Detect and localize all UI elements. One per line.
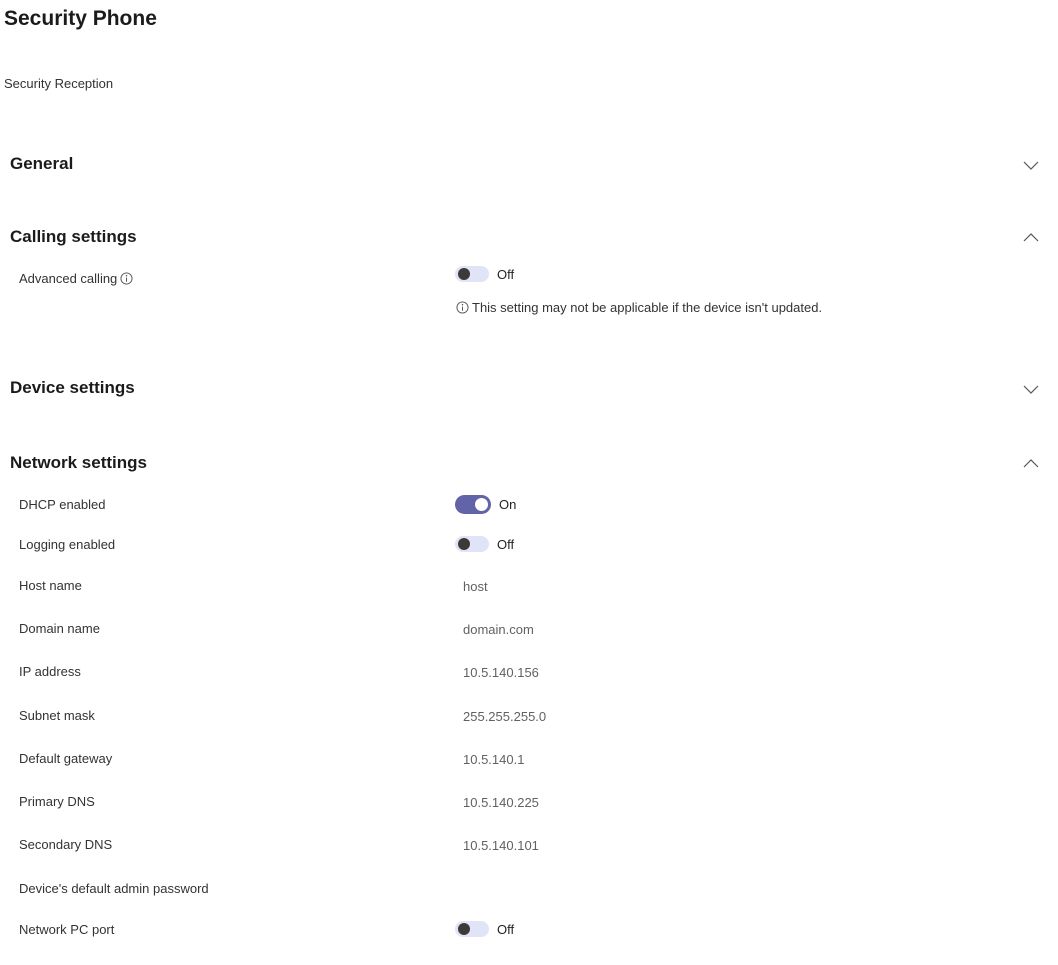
- host-name-label: Host name: [19, 578, 82, 593]
- secondary-dns-value: 10.5.140.101: [463, 838, 539, 853]
- logging-toggle-row: Off: [455, 536, 514, 552]
- primary-dns-value: 10.5.140.225: [463, 795, 539, 810]
- logging-label: Logging enabled: [19, 537, 116, 552]
- advanced-calling-label: Advanced calling: [19, 271, 118, 286]
- chevron-up-icon[interactable]: [1022, 455, 1040, 473]
- advanced-calling-toggle[interactable]: [455, 266, 489, 282]
- pc-port-toggle-row: Off: [455, 921, 514, 937]
- host-name-value: host: [463, 579, 488, 594]
- default-gateway-label: Default gateway: [19, 751, 113, 766]
- ip-address-label: IP address: [19, 664, 81, 679]
- domain-name-label: Domain name: [19, 621, 100, 636]
- pc-port-toggle[interactable]: [455, 921, 489, 937]
- subnet-mask-value: 255.255.255.0: [463, 709, 547, 724]
- chevron-up-icon[interactable]: [1022, 229, 1040, 247]
- advanced-calling-state: Off: [497, 266, 515, 282]
- dhcp-state: On: [499, 497, 517, 512]
- secondary-dns-label: Secondary DNS: [19, 837, 113, 852]
- calling-note-text: This setting may not be applicable if th…: [472, 300, 823, 315]
- section-header-network[interactable]: Network settings: [10, 451, 1040, 479]
- section-title-device: Device settings: [10, 378, 135, 397]
- dhcp-toggle[interactable]: [455, 495, 491, 514]
- domain-name-value: domain.com: [463, 622, 534, 637]
- chevron-down-icon[interactable]: [1022, 156, 1040, 174]
- primary-dns-label: Primary DNS: [19, 794, 95, 809]
- section-header-calling[interactable]: Calling settings: [10, 225, 1040, 253]
- dhcp-toggle-row: On: [455, 495, 516, 514]
- section-title-network: Network settings: [10, 453, 147, 472]
- section-header-device[interactable]: Device settings: [10, 376, 1040, 404]
- toggle-knob: [458, 923, 470, 935]
- section-header-general[interactable]: General: [10, 152, 1040, 180]
- calling-note: This setting may not be applicable if th…: [456, 300, 822, 315]
- page-title: Security Phone: [4, 7, 157, 30]
- page-subtitle: Security Reception: [4, 76, 114, 91]
- admin-password-label: Device's default admin password: [19, 881, 209, 896]
- toggle-knob: [475, 498, 488, 511]
- logging-state: Off: [497, 536, 515, 552]
- logging-toggle[interactable]: [455, 536, 489, 552]
- dhcp-label: DHCP enabled: [19, 497, 106, 512]
- info-icon: [456, 301, 469, 314]
- section-title-calling: Calling settings: [10, 227, 137, 246]
- advanced-calling-toggle-row: Off: [455, 266, 514, 282]
- chevron-down-icon[interactable]: [1022, 380, 1040, 398]
- pc-port-label: Network PC port: [19, 922, 115, 937]
- section-title-general: General: [10, 154, 74, 173]
- toggle-knob: [458, 538, 470, 550]
- subnet-mask-label: Subnet mask: [19, 708, 95, 723]
- default-gateway-value: 10.5.140.1: [463, 752, 525, 767]
- toggle-knob: [458, 268, 470, 280]
- advanced-calling-label-row: Advanced calling: [19, 271, 133, 286]
- ip-address-value: 10.5.140.156: [463, 665, 539, 680]
- info-icon[interactable]: [120, 272, 133, 285]
- pc-port-state: Off: [497, 921, 515, 937]
